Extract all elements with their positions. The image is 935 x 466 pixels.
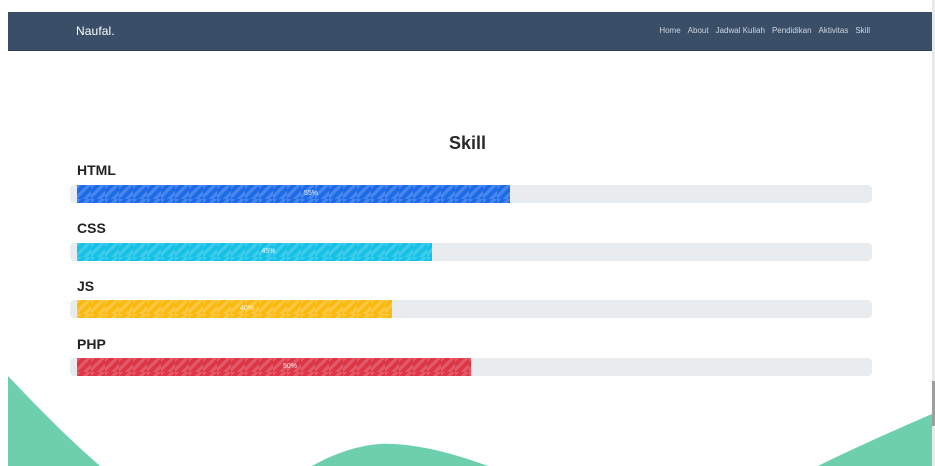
- section-title: Skill: [448, 132, 487, 153]
- progress-track-js: 40%: [70, 300, 872, 318]
- nav-menu: Home About Jadwal Kuliah Pendidikan Akti…: [659, 26, 870, 35]
- progress-bar-html: 55%: [77, 185, 510, 203]
- decorative-wave: [8, 376, 932, 466]
- navbar: Naufal. Home About Jadwal Kuliah Pendidi…: [8, 12, 932, 50]
- brand-logo[interactable]: Naufal.: [76, 24, 115, 38]
- wave-left: [8, 376, 100, 466]
- skill-label-js: JS: [77, 278, 95, 294]
- skill-label-css: CSS: [77, 220, 106, 236]
- browser-top-edge: [0, 0, 935, 12]
- progress-value-css: 45%: [261, 248, 276, 255]
- nav-link-pendidikan[interactable]: Pendidikan: [772, 26, 812, 35]
- nav-link-skill[interactable]: Skill: [855, 26, 870, 35]
- wave-right: [818, 414, 932, 466]
- nav-link-home[interactable]: Home: [659, 26, 680, 35]
- progress-value-js: 40%: [239, 305, 254, 312]
- skill-label-php: PHP: [77, 336, 106, 352]
- wave-center: [312, 443, 488, 466]
- nav-link-jadwal-kuliah[interactable]: Jadwal Kuliah: [716, 26, 765, 35]
- nav-link-aktivitas[interactable]: Aktivitas: [819, 26, 849, 35]
- progress-value-html: 55%: [303, 190, 318, 197]
- progress-track-html: 55%: [70, 185, 872, 203]
- progress-bar-js: 40%: [77, 300, 392, 318]
- progress-bar-css: 45%: [77, 243, 432, 261]
- nav-link-about[interactable]: About: [688, 26, 709, 35]
- skill-label-html: HTML: [77, 162, 116, 178]
- progress-track-css: 45%: [70, 243, 872, 261]
